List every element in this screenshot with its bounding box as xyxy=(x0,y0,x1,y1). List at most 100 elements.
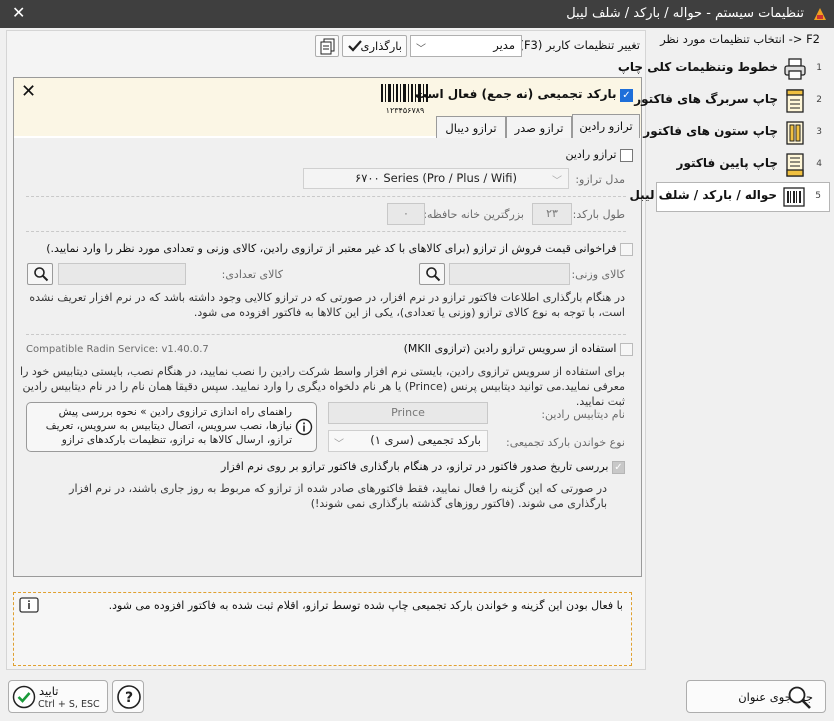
separator xyxy=(26,231,626,232)
model-label: مدل ترازو: xyxy=(575,173,625,186)
info-text: با فعال بودن این گزینه و خواندن بارکد تج… xyxy=(108,599,623,612)
fetch-price-option[interactable]: فراخوانی قیمت فروش از ترازو (برای کالاها… xyxy=(23,242,633,256)
app-icon xyxy=(812,6,828,22)
user-settings-label: تغییر تنظیمات کاربر (F3): xyxy=(516,38,640,52)
help-button[interactable]: ? xyxy=(112,680,144,713)
settings-panel: ✕ ۱۲۳۴۵۶۷۸۹ ✓ بارکد تجمیعی (نه جمع) فعال… xyxy=(13,77,642,577)
aggregate-barcode-option[interactable]: ✓ بارکد تجمیعی (نه جمع) فعال است xyxy=(415,87,633,102)
aggregate-barcode-label: بارکد تجمیعی (نه جمع) فعال است xyxy=(414,87,617,101)
sidebar-item-number: 3 xyxy=(816,127,822,137)
sidebar-item-number: 2 xyxy=(816,95,822,105)
footer: تایید Ctrl + S, ESC ? جستجوی عنوان xyxy=(0,678,834,721)
largest-memory-field[interactable]: ۰ xyxy=(387,203,425,225)
page-header-icon xyxy=(784,89,806,113)
info-icon xyxy=(19,597,39,618)
service-option[interactable]: استفاده از سرویس ترازو رادین (ترازوی MKI… xyxy=(404,342,633,356)
sidebar-item-header[interactable]: 2 چاپ سربرگ های فاکتور xyxy=(634,87,830,115)
barcode-length-field[interactable]: ۲۳ xyxy=(532,203,572,225)
help-icon: ? xyxy=(116,684,142,713)
sidebar: F2 <- انتخاب تنظیمات مورد نظر 1 خطوط وتن… xyxy=(618,28,834,678)
chevron-down-icon: ﹀ xyxy=(552,176,562,187)
barcode-icon xyxy=(783,185,805,209)
sidebar-item-label: چاپ سربرگ های فاکتور xyxy=(634,92,778,106)
tab-sadr[interactable]: ترازو صدر xyxy=(506,116,572,140)
svg-text:?: ? xyxy=(125,690,133,706)
db-name-label: نام دیتابیس رادین: xyxy=(541,408,625,421)
tab-dibal-label: ترازو دیبال xyxy=(445,121,497,135)
info-bar: با فعال بودن این گزینه و خواندن بارکد تج… xyxy=(13,592,632,666)
user-select[interactable]: مدیر ﹀ xyxy=(410,35,522,57)
count-search-button[interactable] xyxy=(27,263,53,285)
weight-item-field[interactable] xyxy=(449,263,570,285)
aggregate-barcode-checkbox[interactable]: ✓ xyxy=(620,88,633,102)
load-button-label: بارگذاری xyxy=(360,39,402,53)
copy-button[interactable] xyxy=(315,35,339,57)
check-date-label: بررسی تاریخ صدور فاکتور در ترازو، در هنگ… xyxy=(221,460,609,473)
fetch-price-label: فراخوانی قیمت فروش از ترازو (برای کالاها… xyxy=(46,242,617,255)
tab-dibal[interactable]: ترازو دیبال xyxy=(436,116,506,140)
check-date-option[interactable]: ✓ بررسی تاریخ صدور فاکتور در ترازو، در ه… xyxy=(221,460,625,474)
columns-icon xyxy=(784,121,806,145)
sidebar-item-label: چاپ پایین فاکتور xyxy=(676,156,778,170)
fetch-price-checkbox[interactable] xyxy=(620,242,633,256)
tab-content: ترازو رادین مدل ترازو: ۶۷۰۰ Series (Pro … xyxy=(14,138,641,576)
sidebar-item-label: چاپ ستون های فاکتور xyxy=(643,124,778,138)
model-select-value: ۶۷۰۰ Series (Pro / Plus / Wifi) xyxy=(355,171,517,185)
weight-search-button[interactable] xyxy=(419,263,445,285)
service-version: Compatible Radin Service: v1.40.0.7 xyxy=(26,344,209,355)
sidebar-item-label: خطوط وتنظیمات کلی چاپ xyxy=(617,60,778,74)
service-checkbox-label: استفاده از سرویس ترازو رادین (ترازوی MKI… xyxy=(403,342,617,355)
window-title: تنظیمات سیستم - حواله / بارکد / شلف لیبل xyxy=(566,6,804,21)
confirm-label: تایید xyxy=(39,684,59,698)
weight-item-label: کالای وزنی: xyxy=(571,268,625,281)
panel-header: ✕ ۱۲۳۴۵۶۷۸۹ ✓ بارکد تجمیعی (نه جمع) فعال… xyxy=(14,78,641,140)
sidebar-item-number: 1 xyxy=(816,63,822,73)
count-item-field[interactable] xyxy=(58,263,186,285)
user-select-value: مدیر xyxy=(493,38,515,52)
sidebar-item-number: 5 xyxy=(815,191,821,201)
barcode-digits: ۱۲۳۴۵۶۷۸۹ xyxy=(385,106,425,115)
title-bar: تنظیمات سیستم - حواله / بارکد / شلف لیبل… xyxy=(0,0,834,28)
close-icon[interactable]: ✕ xyxy=(12,3,25,22)
page-footer-icon xyxy=(784,153,806,177)
search-title-button[interactable]: جستجوی عنوان xyxy=(686,680,826,713)
barcode-length-value: ۲۳ xyxy=(546,207,558,220)
read-type-value: بارکد تجمیعی (سری ۱) xyxy=(370,433,481,447)
confirm-button[interactable]: تایید Ctrl + S, ESC xyxy=(8,680,108,713)
tab-radin-label: ترازو رادین xyxy=(579,119,633,133)
model-select[interactable]: ۶۷۰۰ Series (Pro / Plus / Wifi) ﹀ xyxy=(303,168,569,189)
tab-sadr-label: ترازو صدر xyxy=(514,121,564,135)
db-name-field[interactable]: Prince xyxy=(328,402,488,424)
service-checkbox[interactable] xyxy=(620,342,633,356)
read-type-select[interactable]: بارکد تجمیعی (سری ۱) ﹀ xyxy=(328,430,488,452)
guide-button[interactable]: راهنمای راه اندازی ترازوی رادین » نحوه ب… xyxy=(26,402,317,452)
close-panel-icon[interactable]: ✕ xyxy=(21,81,36,102)
fetch-note: در هنگام بارگذاری اطلاعات فاکتور ترازو د… xyxy=(29,291,625,319)
separator xyxy=(26,334,626,335)
sidebar-item-footer[interactable]: 4 چاپ پایین فاکتور xyxy=(656,151,830,179)
largest-memory-value: ۰ xyxy=(403,207,409,220)
search-icon xyxy=(33,266,49,285)
sidebar-item-barcode[interactable]: 5 حواله / بارکد / شلف لیبل xyxy=(629,182,830,212)
sidebar-item-number: 4 xyxy=(816,159,822,169)
radin-checkbox[interactable] xyxy=(620,148,633,162)
search-icon xyxy=(425,266,441,285)
guide-text: راهنمای راه اندازی ترازوی رادین » نحوه ب… xyxy=(45,406,292,446)
chevron-down-icon: ﹀ xyxy=(416,44,426,55)
separator xyxy=(26,196,626,197)
sidebar-item-columns[interactable]: 3 چاپ ستون های فاکتور xyxy=(643,119,830,147)
tab-radin[interactable]: ترازو رادین xyxy=(572,114,640,140)
printer-icon xyxy=(784,57,806,81)
load-button[interactable]: بارگذاری xyxy=(342,35,407,57)
sidebar-item-general-print[interactable]: 1 خطوط وتنظیمات کلی چاپ xyxy=(618,55,830,83)
sidebar-item-label: حواله / بارکد / شلف لیبل xyxy=(629,188,777,202)
chevron-down-icon: ﹀ xyxy=(334,439,344,450)
check-date-checkbox[interactable]: ✓ xyxy=(612,460,625,474)
search-icon xyxy=(787,685,813,714)
count-item-label: کالای تعدادی: xyxy=(221,268,283,281)
copy-icon xyxy=(320,38,335,58)
sidebar-hint: F2 <- انتخاب تنظیمات مورد نظر xyxy=(660,32,820,46)
largest-memory-label: بزرگترین خانه حافظه: xyxy=(423,208,524,221)
confirm-shortcut: Ctrl + S, ESC xyxy=(38,699,100,710)
radin-option[interactable]: ترازو رادین xyxy=(565,148,633,162)
